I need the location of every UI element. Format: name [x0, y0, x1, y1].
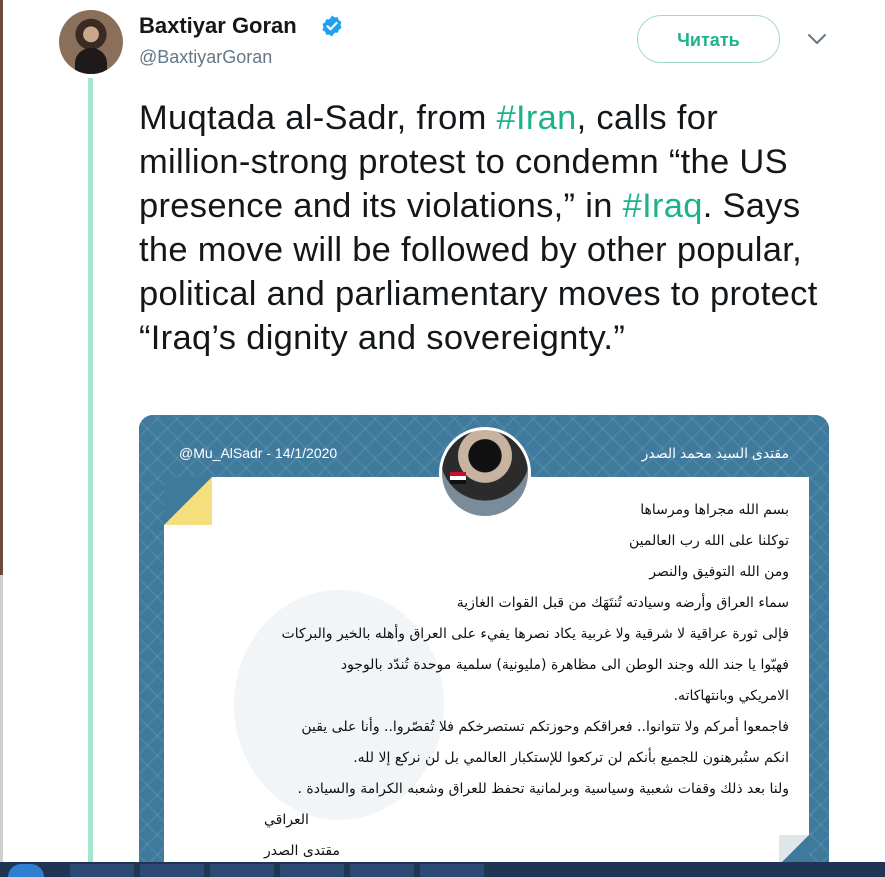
- chevron-down-icon[interactable]: [806, 32, 828, 46]
- tweet-text-part: Muqtada al-Sadr, from: [139, 99, 497, 137]
- hashtag-link[interactable]: #Iran: [497, 99, 577, 137]
- media-author-name: مقتدى السيد محمد الصدر: [641, 445, 789, 461]
- tweet-media-image[interactable]: @Mu_AlSadr - 14/1/2020 مقتدى السيد محمد …: [139, 415, 829, 877]
- statement-line: سماء العراق وأرضه وسيادته تُنتَهَك من قب…: [456, 595, 789, 611]
- taskbar-item[interactable]: [350, 864, 414, 877]
- thread-line: [88, 78, 93, 868]
- tweet-text: Muqtada al-Sadr, from #Iran, calls for m…: [139, 96, 839, 360]
- media-handle-date: @Mu_AlSadr - 14/1/2020: [179, 445, 338, 461]
- statement-line: توكلنا على الله رب العالمين: [628, 533, 789, 549]
- taskbar-item[interactable]: [280, 864, 344, 877]
- author-name[interactable]: Baxtiyar Goran: [139, 13, 297, 39]
- statement-line: ولنا بعد ذلك وقفات شعبية وسياسية وبرلمان…: [297, 781, 789, 797]
- author-handle[interactable]: @BaxtiyarGoran: [139, 47, 272, 68]
- statement-line: الامريكي وبانتهاكاته.: [673, 688, 789, 704]
- statement-line: بسم الله مجراها ومرساها: [640, 502, 789, 518]
- taskbar-item[interactable]: [70, 864, 134, 877]
- verified-badge-icon: [322, 15, 342, 37]
- taskbar-item[interactable]: [210, 864, 274, 877]
- taskbar-item[interactable]: [140, 864, 204, 877]
- statement-line: فإلى ثورة عراقية لا شرقية ولا غربية يكاد…: [281, 626, 789, 642]
- follow-button[interactable]: Читать: [637, 15, 780, 63]
- statement-line: انكم ستُبرهنون للجميع بأنكم لن تركعوا لل…: [353, 750, 789, 766]
- taskbar-item[interactable]: [420, 864, 484, 877]
- signature-line: العراقي: [264, 812, 309, 828]
- window-edge: [0, 0, 3, 877]
- avatar[interactable]: [59, 10, 123, 74]
- statement-line: فهبّوا يا جند الله وجند الوطن الى مظاهرة…: [340, 657, 789, 673]
- start-button[interactable]: [8, 864, 44, 877]
- iraq-flag-icon: [450, 472, 466, 484]
- statement-line: ومن الله التوفيق والنصر: [649, 564, 789, 580]
- hashtag-link[interactable]: #Iraq: [623, 187, 703, 225]
- statement-line: فاجمعوا أمركم ولا تتوانوا.. فعراقكم وحوز…: [301, 719, 789, 735]
- statement-text: بسم الله مجراها ومرساها توكلنا على الله …: [169, 495, 789, 867]
